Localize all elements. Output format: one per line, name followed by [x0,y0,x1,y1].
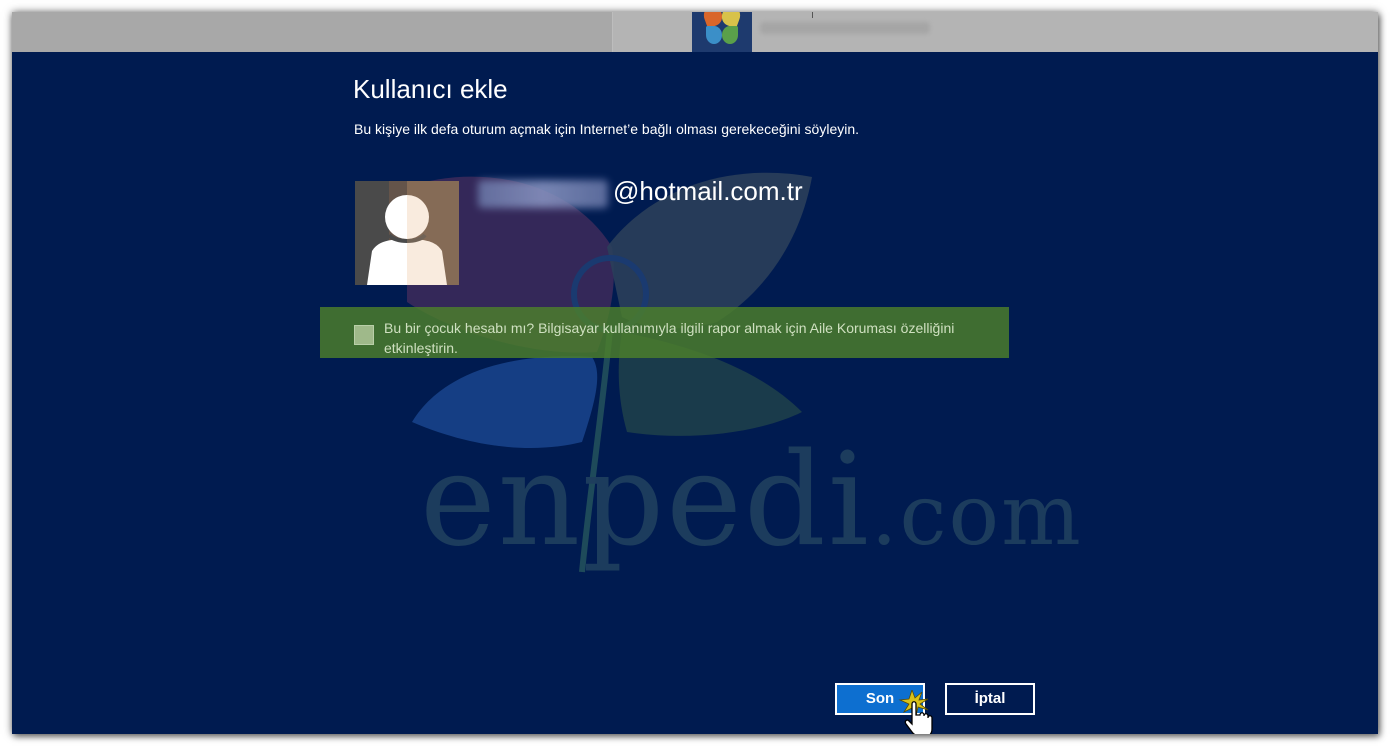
family-safety-label: Bu bir çocuk hesabı mı? Bilgisayar kulla… [384,320,955,356]
hand-cursor-icon [898,690,933,734]
dialog-title: Kullanıcı ekle [353,74,508,104]
cancel-button[interactable]: İptal [945,683,1035,715]
background-account-marker [812,12,813,18]
dialog-subtitle: Bu kişiye ilk defa oturum açmak için Int… [354,121,860,137]
background-account-avatar [692,12,752,52]
background-page-strip [12,12,1378,52]
watermark-text: enpedi.com [420,426,1083,575]
family-safety-option: Bu bir çocuk hesabı mı? Bilgisayar kulla… [320,307,1009,358]
user-avatar [355,181,459,285]
background-account-email-blurred [760,22,930,34]
account-email-domain: @hotmail.com.tr [613,176,803,206]
account-username-blurred [478,180,608,208]
family-safety-checkbox[interactable] [354,325,374,345]
add-user-window: enpedi.com Kullanıcı ekle Bu kişiye ilk … [12,12,1378,734]
user-silhouette-icon [355,181,459,285]
